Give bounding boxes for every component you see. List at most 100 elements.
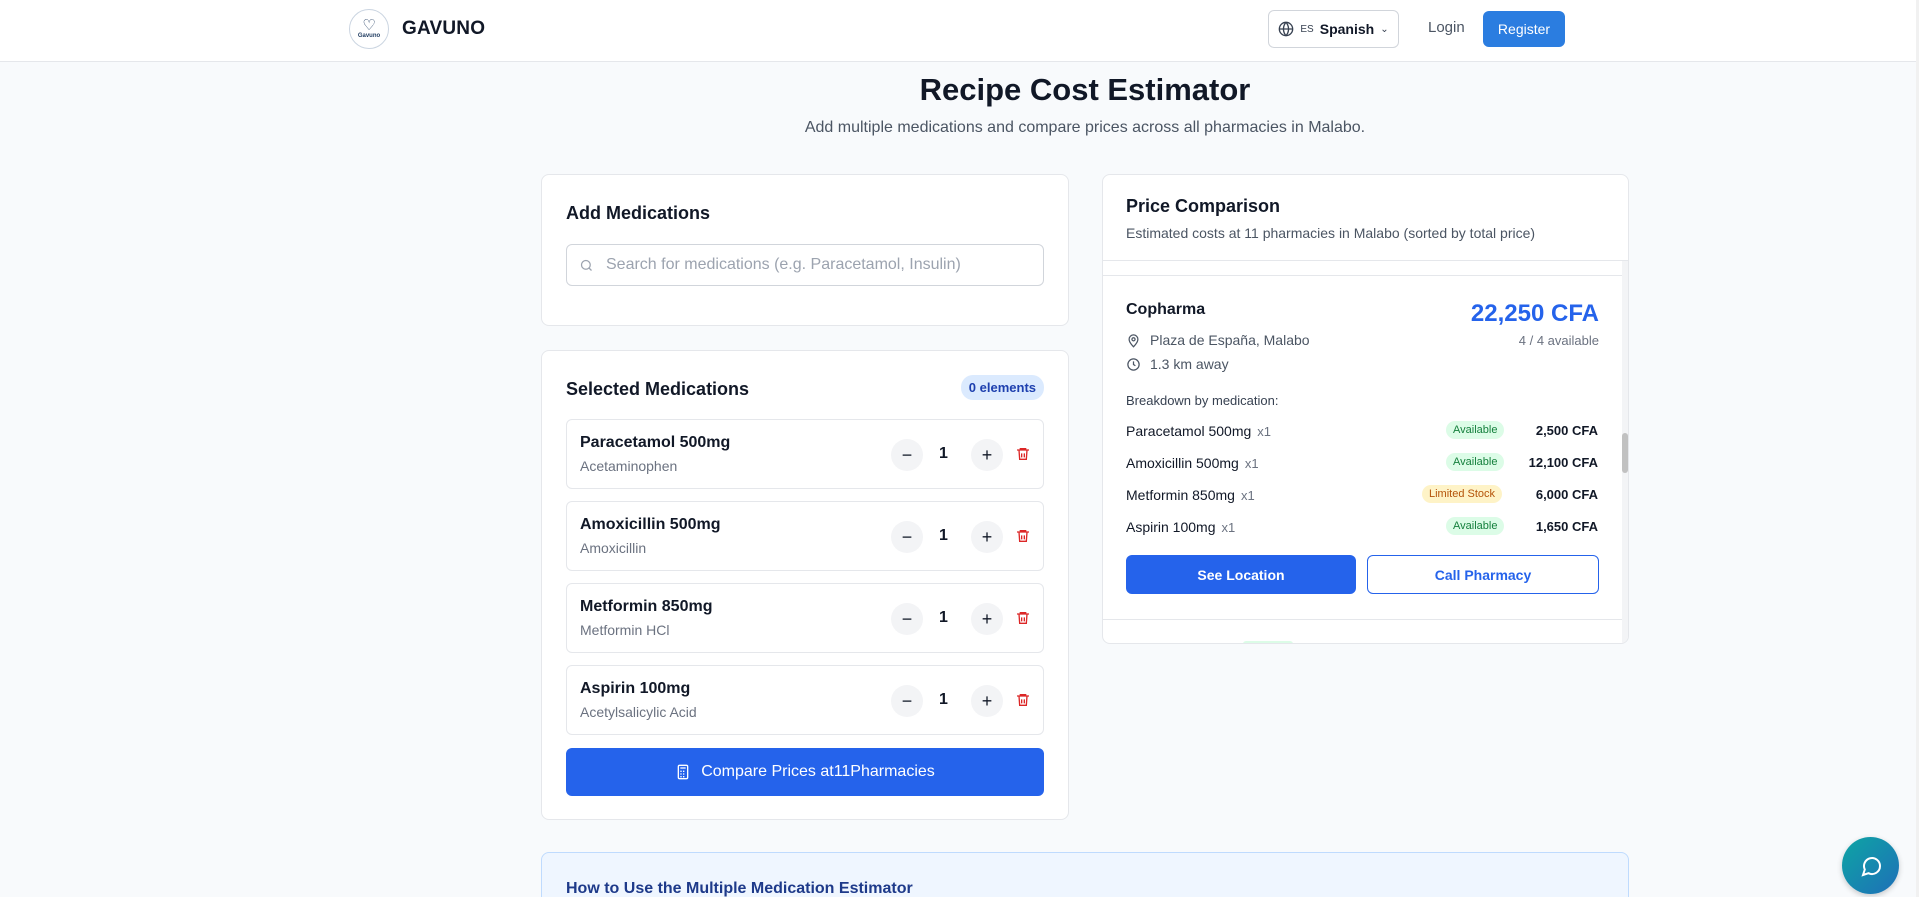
- breakdown-med-name: Amoxicillin 500mg x1: [1126, 455, 1259, 471]
- brand[interactable]: ♡ Gavuno GAVUNO: [349, 9, 485, 49]
- medication-generic: Acetylsalicylic Acid: [580, 704, 697, 720]
- plus-icon: +: [981, 526, 993, 547]
- breakdown-row: Aspirin 100mg x1 Available 1,650 CFA: [1126, 516, 1598, 538]
- price-comparison-subtitle: Estimated costs at 11 pharmacies in Mala…: [1126, 225, 1536, 241]
- increase-quantity-button[interactable]: +: [971, 685, 1003, 717]
- search-input[interactable]: [606, 256, 1026, 274]
- add-medications-title: Add Medications: [566, 203, 711, 223]
- add-medications-card: Add Medications: [541, 174, 1069, 326]
- heart-icon: ♡: [362, 17, 376, 34]
- breakdown-row: Amoxicillin 500mg x1 Available 12,100 CFA: [1126, 452, 1598, 474]
- divider: [1103, 260, 1628, 261]
- status-badge: Limited Stock: [1422, 485, 1503, 503]
- breakdown-med-label: Paracetamol 500mg: [1126, 423, 1252, 439]
- status-badge: Available: [1446, 453, 1505, 471]
- medication-generic: Acetaminophen: [580, 458, 678, 474]
- results-scroll-thumb[interactable]: [1622, 433, 1628, 473]
- breakdown-med-label: Aspirin 100mg: [1126, 519, 1216, 535]
- selected-medications-title: Selected Medications: [566, 379, 750, 399]
- medication-item: Paracetamol 500mg Acetaminophen − 1 +: [566, 419, 1044, 489]
- breakdown-label: Breakdown by medication:: [1126, 393, 1279, 408]
- medication-name: Amoxicillin 500mg: [580, 516, 721, 533]
- medication-item: Amoxicillin 500mg Amoxicillin − 1 +: [566, 501, 1044, 571]
- chat-button[interactable]: [1842, 837, 1899, 894]
- pharmacy-distance-text: 1.3 km away: [1150, 356, 1229, 372]
- register-button[interactable]: Register: [1483, 11, 1565, 47]
- compare-prices-button[interactable]: Compare Prices at11Pharmacies: [566, 748, 1044, 796]
- brand-name: GAVUNO: [402, 18, 486, 39]
- breakdown-row: Paracetamol 500mg x1 Available 2,500 CFA: [1126, 420, 1598, 442]
- minus-icon: −: [901, 526, 913, 547]
- breakdown-med-name: Metformin 850mg x1: [1126, 487, 1255, 503]
- breakdown-med-label: Metformin 850mg: [1126, 487, 1235, 503]
- pharmacy-total-price: 22,250 CFA: [1470, 300, 1599, 327]
- logo: ♡ Gavuno: [349, 9, 389, 49]
- breakdown-med-label: Amoxicillin 500mg: [1126, 455, 1239, 471]
- minus-icon: −: [901, 444, 913, 465]
- breakdown-med-qty: x1: [1257, 424, 1272, 439]
- clock-icon: [1127, 357, 1140, 371]
- language-selector[interactable]: ES Spanish ⌄: [1268, 10, 1399, 48]
- increase-quantity-button[interactable]: +: [971, 439, 1003, 471]
- chevron-down-icon: ⌄: [1380, 23, 1389, 35]
- page-title: Recipe Cost Estimator: [919, 72, 1251, 107]
- breakdown-med-name: Aspirin 100mg x1: [1126, 519, 1235, 535]
- quantity-value: 1: [939, 445, 948, 462]
- trash-icon[interactable]: [1015, 446, 1031, 462]
- decrease-quantity-button[interactable]: −: [891, 603, 923, 635]
- trash-icon[interactable]: [1015, 528, 1031, 544]
- quantity-value: 1: [939, 527, 948, 544]
- decrease-quantity-button[interactable]: −: [891, 521, 923, 553]
- breakdown-med-qty: x1: [1221, 520, 1236, 535]
- increase-quantity-button[interactable]: +: [971, 521, 1003, 553]
- call-pharmacy-button[interactable]: Call Pharmacy: [1367, 555, 1599, 594]
- breakdown-med-qty: x1: [1244, 456, 1259, 471]
- price-comparison-title: Price Comparison: [1126, 196, 1281, 216]
- quantity-value: 1: [939, 609, 948, 626]
- plus-icon: +: [981, 690, 993, 711]
- breakdown-med-name: Paracetamol 500mg x1: [1126, 423, 1271, 439]
- language-name: Spanish: [1319, 21, 1375, 37]
- medication-name: Metformin 850mg: [580, 598, 713, 615]
- pharmacy-availability: 4 / 4 available: [1518, 333, 1599, 348]
- pharmacy-address-text: Plaza de España, Malabo: [1150, 332, 1310, 348]
- minus-icon: −: [901, 690, 913, 711]
- breakdown-price: 12,100 CFA: [1528, 455, 1598, 470]
- pharmacy-address: Plaza de España, Malabo: [1126, 332, 1310, 348]
- how-to-section: How to Use the Multiple Medication Estim…: [541, 852, 1629, 897]
- globe-icon: [1279, 21, 1294, 37]
- medication-search[interactable]: [566, 244, 1044, 286]
- medication-name: Paracetamol 500mg: [580, 434, 731, 451]
- page-subtitle: Add multiple medications and compare pri…: [804, 119, 1366, 136]
- status-badge: Available: [1446, 517, 1505, 535]
- breakdown-row: Metformin 850mg x1 Limited Stock 6,000 CF…: [1126, 484, 1598, 506]
- decrease-quantity-button[interactable]: −: [891, 439, 923, 471]
- next-pharmacy-peek: [1243, 641, 1293, 643]
- decrease-quantity-button[interactable]: −: [891, 685, 923, 717]
- selected-medications-card: Selected Medications 0 elements Paraceta…: [541, 350, 1069, 820]
- quantity-value: 1: [939, 691, 948, 708]
- medication-generic: Metformin HCl: [580, 622, 670, 638]
- see-location-button[interactable]: See Location: [1126, 555, 1356, 594]
- minus-icon: −: [901, 608, 913, 629]
- medication-name: Aspirin 100mg: [580, 680, 691, 697]
- trash-icon[interactable]: [1015, 692, 1031, 708]
- divider: [1103, 275, 1622, 276]
- login-link[interactable]: Login: [1428, 19, 1465, 36]
- medication-item: Metformin 850mg Metformin HCl − 1 +: [566, 583, 1044, 653]
- increase-quantity-button[interactable]: +: [971, 603, 1003, 635]
- breakdown-price: 1,650 CFA: [1535, 519, 1598, 534]
- trash-icon[interactable]: [1015, 610, 1031, 626]
- top-navbar: ♡ Gavuno GAVUNO ES Spanish ⌄ Login Regis…: [0, 0, 1916, 62]
- divider: [1103, 619, 1622, 620]
- compare-prices-label: Compare Prices at11Pharmacies: [701, 763, 935, 780]
- map-pin-icon: [1128, 333, 1139, 348]
- breakdown-price: 2,500 CFA: [1535, 423, 1598, 438]
- pharmacy-name: Copharma: [1126, 301, 1206, 318]
- logo-text: Gavuno: [357, 33, 381, 39]
- count-badge: 0 elements: [960, 375, 1044, 400]
- plus-icon: +: [981, 444, 993, 465]
- status-badge: Available: [1446, 421, 1505, 439]
- breakdown-price: 6,000 CFA: [1535, 487, 1598, 502]
- medication-generic: Amoxicillin: [580, 540, 647, 556]
